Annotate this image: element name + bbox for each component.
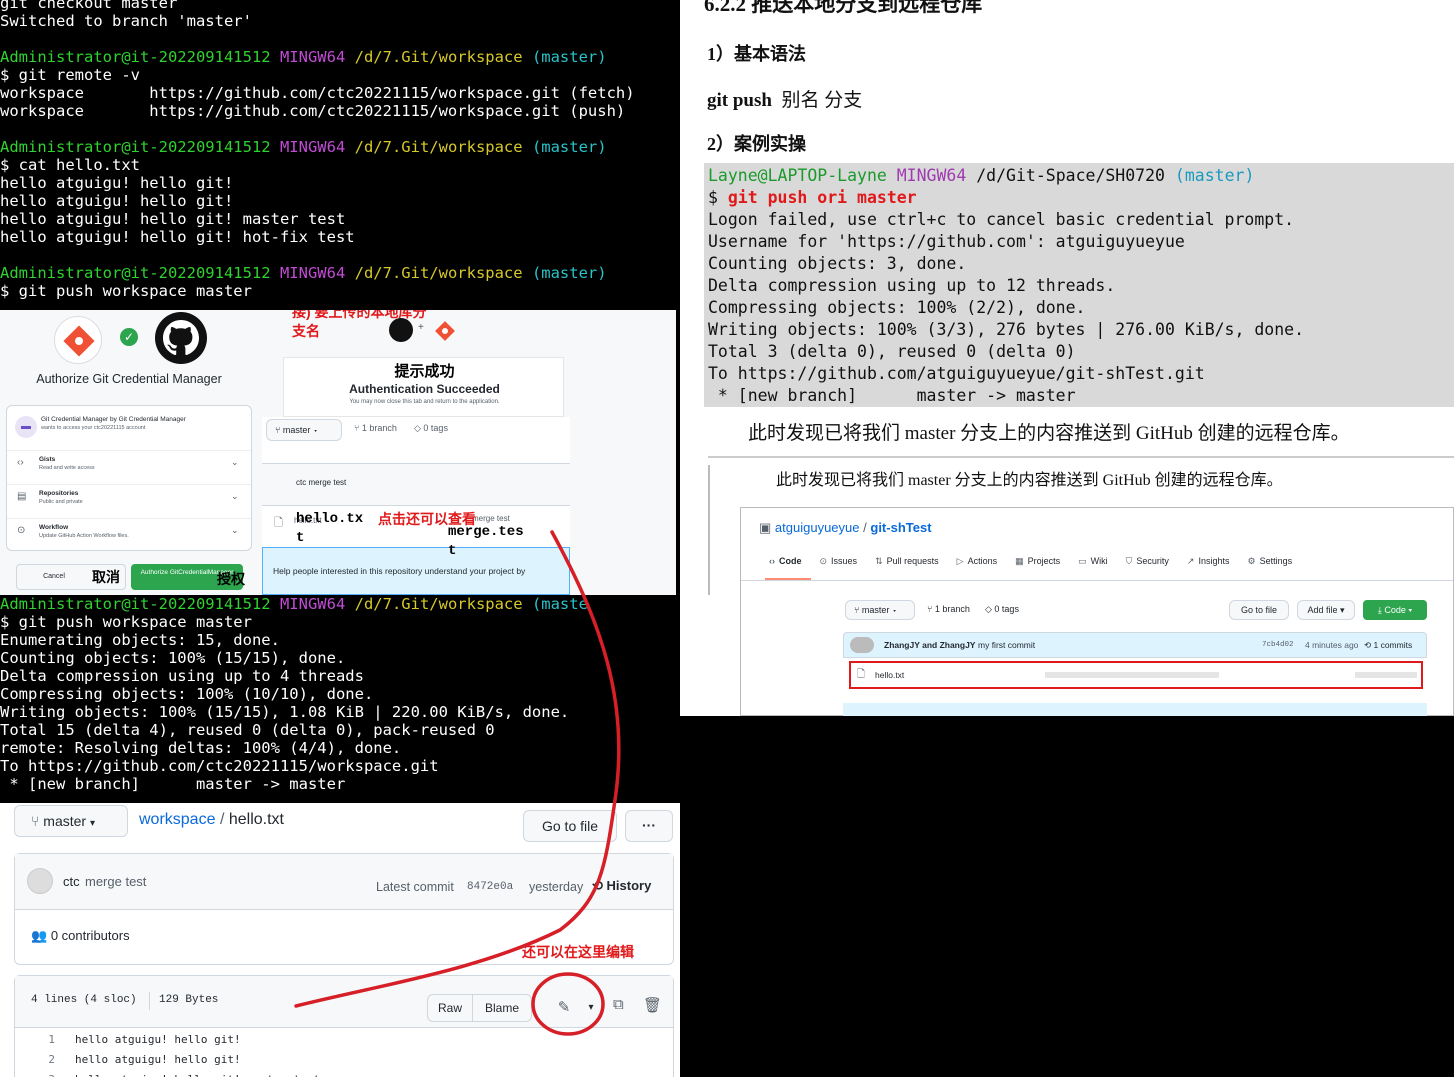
annotation-strokes	[294, 530, 621, 1036]
arrow-stroke	[294, 530, 621, 1008]
edit-circle	[531, 972, 605, 1036]
